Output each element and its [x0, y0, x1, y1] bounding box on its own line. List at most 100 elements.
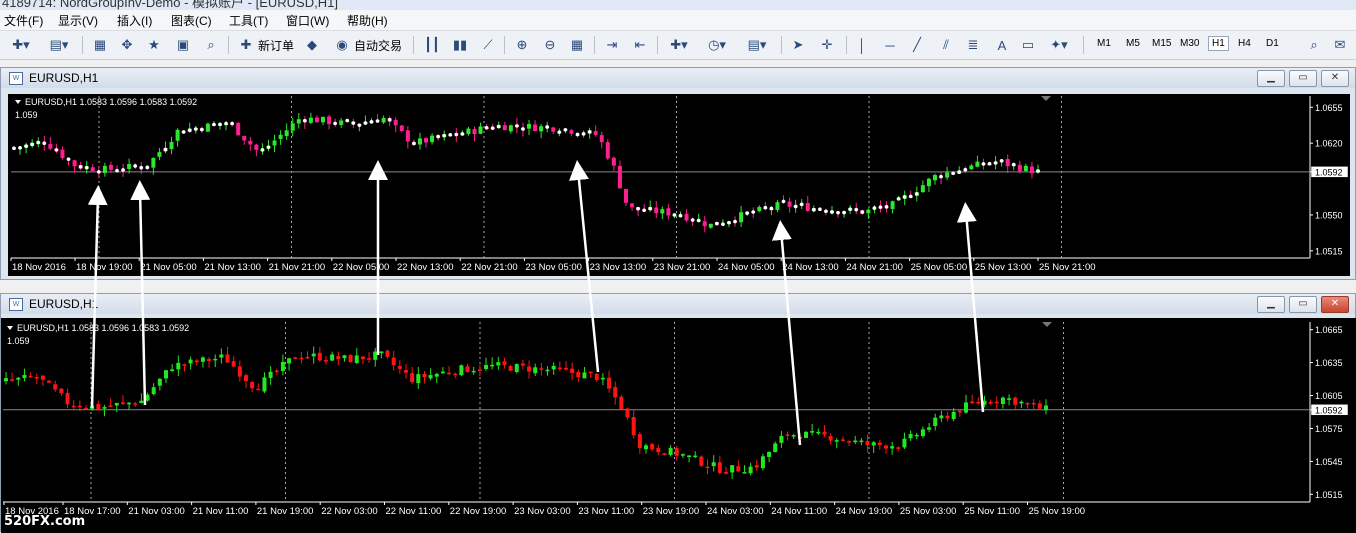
- maximize-button[interactable]: ▭: [1289, 70, 1317, 87]
- templates-icon[interactable]: ▤▾: [740, 34, 774, 56]
- candle-body: [859, 440, 864, 443]
- market-watch-icon[interactable]: ▦: [90, 34, 110, 56]
- candle-body: [317, 352, 322, 361]
- signal-dot: [751, 210, 756, 214]
- time-label: 21 Nov 05:00: [140, 262, 197, 273]
- menu-help[interactable]: 帮助(H): [347, 12, 388, 29]
- zoom-in-icon[interactable]: ⊕: [512, 34, 532, 56]
- toolbar-separator: [228, 36, 229, 54]
- vertical-line-icon[interactable]: │: [852, 34, 872, 56]
- candle-body: [623, 188, 628, 203]
- candle-body: [539, 126, 544, 132]
- signal-dot: [454, 132, 459, 137]
- signal-dot: [436, 134, 440, 139]
- metaeditor-icon[interactable]: ◆: [302, 34, 322, 56]
- signal-dot: [727, 220, 731, 225]
- line-chart-icon[interactable]: ⟋: [478, 34, 498, 56]
- timeframe-m15[interactable]: M15: [1152, 38, 1171, 49]
- candle-body: [717, 462, 722, 473]
- candle-body: [742, 472, 747, 474]
- chart-2-canvas[interactable]: 1.0665 1.0635 1.0605 1.0592 1.0575 1.0545 1.05…: [1, 318, 1356, 533]
- text-label-icon[interactable]: ▭: [1018, 34, 1038, 56]
- cursor-icon[interactable]: ➤: [788, 34, 808, 56]
- text-tool-icon[interactable]: A: [992, 34, 1012, 56]
- candle-body: [397, 365, 402, 369]
- candle-body: [194, 360, 199, 363]
- menu-tools[interactable]: 工具(T): [229, 12, 268, 29]
- periods-icon[interactable]: ◷▾: [702, 34, 732, 56]
- new-order-button[interactable]: 新订单: [258, 37, 294, 54]
- chart-window-2-title: EURUSD,H1: [29, 297, 99, 311]
- timeframe-h4[interactable]: H4: [1238, 38, 1251, 49]
- candle-body: [994, 401, 999, 404]
- timeframe-h1[interactable]: H1: [1208, 36, 1229, 51]
- signal-dot: [369, 120, 374, 124]
- channel-icon[interactable]: ⫽: [936, 34, 956, 56]
- menu-file[interactable]: 文件(F): [4, 12, 43, 29]
- arrows-icon[interactable]: ✦▾: [1044, 34, 1074, 56]
- horizontal-line-icon[interactable]: ─: [880, 34, 900, 56]
- candle-body: [736, 466, 741, 472]
- candle-body: [72, 160, 77, 167]
- minimize-button[interactable]: ▁: [1257, 296, 1285, 313]
- candle-body: [711, 462, 716, 467]
- autotrade-icon[interactable]: ◉: [332, 34, 352, 56]
- fibonacci-icon[interactable]: ≣: [963, 34, 983, 56]
- candle-body: [262, 377, 267, 392]
- signal-dot: [163, 147, 168, 152]
- menu-insert[interactable]: 插入(I): [117, 12, 152, 29]
- candle-body: [367, 358, 372, 360]
- new-order-icon[interactable]: ✚: [236, 34, 256, 56]
- signal-dot: [496, 124, 501, 129]
- signal-dot: [448, 132, 453, 137]
- signal-dot: [24, 144, 28, 148]
- navigator-icon[interactable]: ★: [144, 34, 164, 56]
- crosshair-icon[interactable]: ✛: [817, 34, 837, 56]
- candle-body: [739, 212, 744, 223]
- close-button[interactable]: ✕: [1321, 70, 1349, 87]
- trendline-icon[interactable]: ╱: [907, 34, 927, 56]
- menu-window[interactable]: 窗口(W): [286, 12, 329, 29]
- candle-body: [391, 357, 396, 366]
- maximize-button[interactable]: ▭: [1289, 296, 1317, 313]
- candle-body: [787, 201, 792, 207]
- close-button[interactable]: ✕: [1321, 296, 1349, 313]
- data-window-icon[interactable]: ✥: [117, 34, 137, 56]
- candle-body: [139, 400, 144, 404]
- toolbar-separator: [413, 36, 414, 54]
- signal-dot: [363, 121, 368, 125]
- chat-icon[interactable]: ✉: [1330, 34, 1350, 56]
- signal-dot: [181, 130, 186, 134]
- profiles-icon[interactable]: ▤▾: [44, 34, 74, 56]
- candle-body: [927, 427, 932, 430]
- candle-body: [65, 392, 70, 405]
- tile-windows-icon[interactable]: ▦: [567, 34, 587, 56]
- signal-dot: [963, 167, 968, 172]
- chart-1-canvas[interactable]: 1.0655 1.0620 1.0592 1.0550 1.0515 18 Nov 201…: [8, 94, 1350, 276]
- menu-view[interactable]: 显示(V): [58, 12, 98, 29]
- chart-shift-icon[interactable]: ⇤: [630, 34, 650, 56]
- candle-body: [662, 453, 667, 455]
- zoom-out-icon[interactable]: ⊖: [540, 34, 560, 56]
- price-label: 1.0635: [1315, 358, 1343, 368]
- timeframe-m5[interactable]: M5: [1126, 38, 1140, 49]
- auto-scroll-icon[interactable]: ⇥: [602, 34, 622, 56]
- time-label: 22 Nov 13:00: [397, 262, 454, 273]
- indicators-icon[interactable]: ✚▾: [664, 34, 694, 56]
- candlestick-icon[interactable]: ▮▮: [450, 34, 470, 56]
- strategy-tester-icon[interactable]: ⌕: [201, 34, 221, 56]
- search-icon[interactable]: ⌕: [1304, 34, 1324, 56]
- candle-body: [582, 372, 587, 379]
- minimize-button[interactable]: ▁: [1257, 70, 1285, 87]
- terminal-icon[interactable]: ▣: [173, 34, 193, 56]
- signal-dot: [799, 202, 804, 207]
- signal-dot: [351, 121, 356, 125]
- signal-dot: [672, 213, 677, 217]
- timeframe-d1[interactable]: D1: [1266, 38, 1279, 49]
- bar-chart-icon[interactable]: ┃┃: [422, 34, 442, 56]
- autotrade-button[interactable]: 自动交易: [354, 37, 402, 54]
- timeframe-m30[interactable]: M30: [1180, 38, 1199, 49]
- menu-charts[interactable]: 图表(C): [171, 12, 212, 29]
- timeframe-m1[interactable]: M1: [1097, 38, 1111, 49]
- new-chart-icon[interactable]: ✚▾: [6, 34, 36, 56]
